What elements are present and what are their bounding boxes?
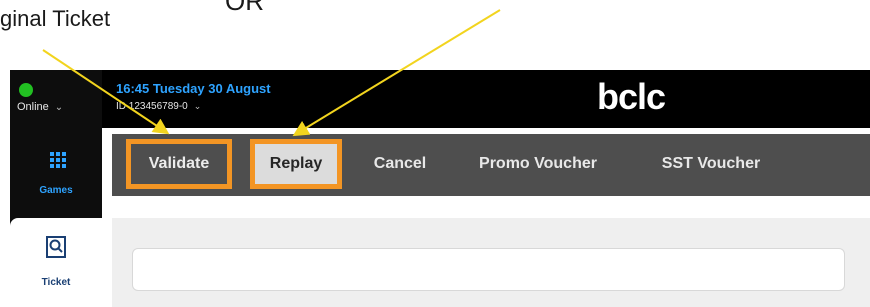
sidebar-item-ticket-label: Ticket (41, 277, 71, 288)
ticket-panel (112, 218, 870, 307)
tab-sst-voucher[interactable]: SST Voucher (656, 139, 766, 189)
ticket-action-tabs: Validate Replay Cancel Promo Voucher SST… (112, 134, 870, 196)
ticket-number-input[interactable] (132, 248, 845, 291)
chevron-down-icon: ⌄ (54, 102, 64, 113)
bclc-logo: bclc (597, 76, 666, 117)
tab-validate[interactable]: Validate (126, 139, 232, 189)
games-grid-icon (50, 152, 66, 168)
sidebar-item-ticket[interactable]: Ticket (10, 218, 102, 307)
ticket-search-icon (46, 236, 66, 258)
chevron-down-icon: ⌄ (193, 101, 202, 111)
date-time: 16:45 Tuesday 30 August (116, 81, 271, 96)
terminal-id-label: ID 123456789-0 (116, 101, 188, 112)
tab-promo-voucher[interactable]: Promo Voucher (468, 139, 608, 189)
top-header: 16:45 Tuesday 30 August ID 123456789-0 ⌄ … (102, 70, 870, 128)
online-status-indicator (19, 83, 33, 97)
or-annotation: OR (225, 0, 264, 16)
tab-replay[interactable]: Replay (250, 139, 342, 189)
status-label: Online (17, 101, 49, 113)
original-ticket-annotation: ginal Ticket (0, 6, 111, 31)
terminal-id-dropdown[interactable]: ID 123456789-0 ⌄ (116, 101, 201, 112)
sidebar: Online ⌄ Games Ticket (10, 70, 102, 307)
sidebar-item-games[interactable]: Games (10, 142, 102, 206)
sidebar-item-games-label: Games (39, 185, 73, 196)
tab-cancel[interactable]: Cancel (368, 139, 432, 189)
connection-status-dropdown[interactable]: Online ⌄ (17, 101, 63, 113)
